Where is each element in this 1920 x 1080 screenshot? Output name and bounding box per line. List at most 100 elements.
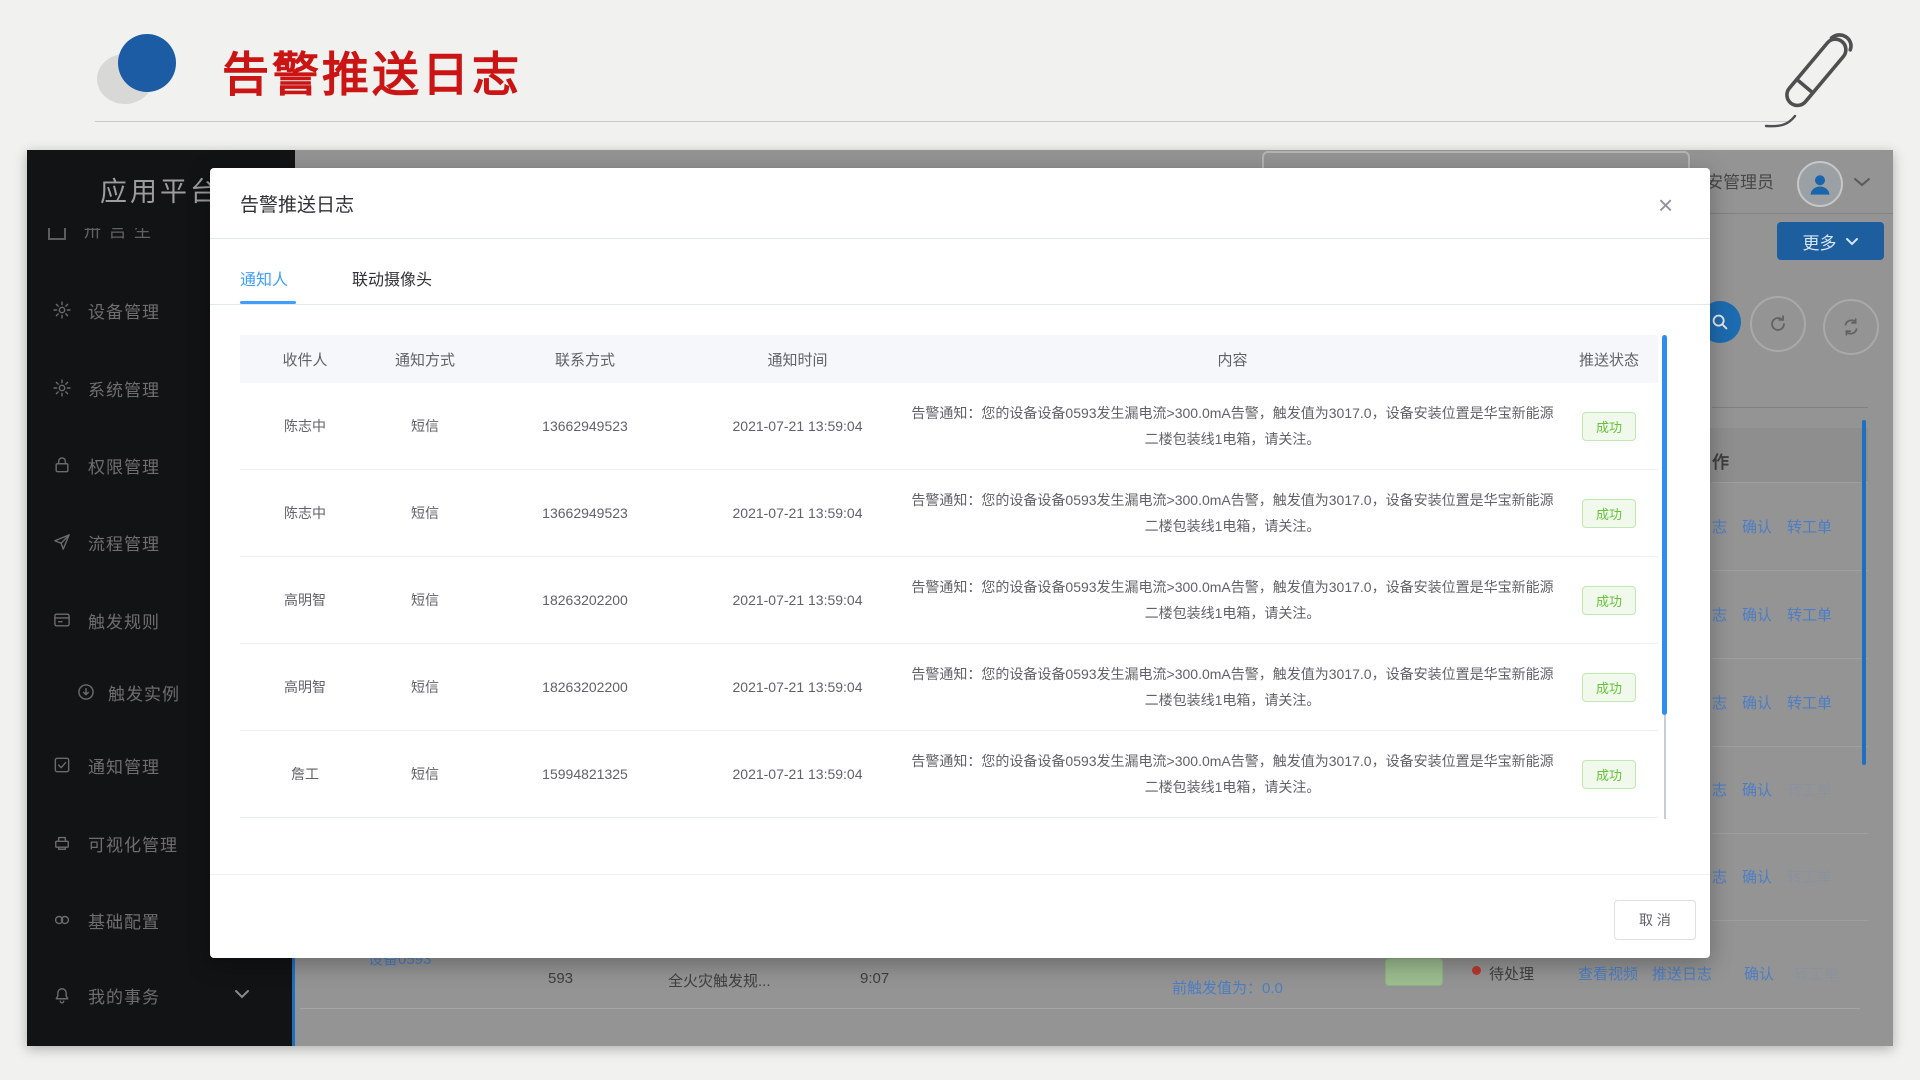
ticket-link[interactable]: 转工单: [1787, 692, 1832, 716]
confirm-link[interactable]: 确认: [1742, 866, 1772, 890]
recipient: 陈志中: [240, 416, 370, 436]
cancel-button[interactable]: 取 消: [1614, 900, 1696, 940]
table-row: 志 确认 转工单: [1712, 779, 1868, 803]
time: 2021-07-21 13:59:04: [690, 505, 905, 521]
ticket-link[interactable]: 转工单: [1794, 963, 1839, 984]
sidebar-item-system-mgmt[interactable]: 系统管理: [52, 373, 160, 403]
log-link-tail[interactable]: 志: [1712, 866, 1727, 890]
recipient: 高明智: [240, 677, 370, 697]
table-row: 陈志中 短信 13662949523 2021-07-21 13:59:04 告…: [240, 383, 1658, 470]
content: 告警通知：您的设备设备0593发生漏电流>300.0mA告警，触发值为3017.…: [905, 748, 1560, 800]
trigger-rule: 全火灾触发规...: [668, 970, 771, 991]
ticket-link[interactable]: 转工单: [1787, 866, 1832, 890]
pen-icon: [1764, 24, 1884, 134]
sync-button[interactable]: [1823, 299, 1879, 355]
sidebar-item-label: 我的事务: [88, 983, 160, 1008]
tabs-divider: [210, 304, 1710, 305]
table-scrollbar-thumb[interactable]: [1662, 335, 1667, 715]
chevron-down-icon[interactable]: [233, 988, 251, 1000]
status-dot: [1472, 966, 1481, 975]
page-title: 告警推送日志: [222, 36, 522, 105]
table-header-row: 收件人 通知方式 联系方式 通知时间 内容 推送状态: [240, 335, 1658, 383]
more-button[interactable]: 更多: [1777, 222, 1884, 260]
tab-notified-person[interactable]: 通知人: [240, 266, 288, 290]
time: 2021-07-21 13:59:04: [690, 679, 905, 695]
gear-icon: [52, 378, 72, 398]
device-code: 593: [548, 970, 573, 987]
confirm-link[interactable]: 确认: [1742, 516, 1772, 540]
close-icon[interactable]: ×: [1658, 192, 1673, 218]
sidebar-item-my-tasks[interactable]: 我的事务: [52, 980, 160, 1010]
bg-table-header: [1710, 428, 1868, 482]
sidebar-item-notification-mgmt[interactable]: 通知管理: [52, 750, 160, 780]
log-link-tail[interactable]: 志: [1712, 604, 1727, 628]
method: 短信: [370, 764, 480, 784]
chevron-down-icon[interactable]: [1852, 176, 1872, 188]
sidebar-item-label: 系统管理: [88, 376, 160, 401]
brand-dot: [118, 34, 176, 92]
status-badge: 成功: [1582, 673, 1636, 702]
col-content: 内容: [905, 349, 1560, 370]
sidebar-item-process-mgmt[interactable]: 流程管理: [52, 527, 160, 557]
sidebar-item-visualization-mgmt[interactable]: 可视化管理: [52, 828, 178, 858]
sidebar-app-title: 应用平台: [100, 170, 220, 209]
send-icon: [52, 532, 72, 552]
confirm-link[interactable]: 确认: [1742, 692, 1772, 716]
contact: 15994821325: [480, 766, 690, 782]
tab-linked-camera[interactable]: 联动摄像头: [352, 266, 432, 290]
recipient: 高明智: [240, 590, 370, 610]
gear-icon: [52, 300, 72, 320]
header-divider: [95, 121, 1787, 122]
sidebar-item-permission-mgmt[interactable]: 权限管理: [52, 450, 160, 480]
sidebar-item-label: 触发实例: [108, 680, 180, 705]
log-link-tail[interactable]: 志: [1712, 779, 1727, 803]
rings-icon: [52, 910, 72, 930]
col-contact: 联系方式: [480, 349, 690, 370]
sidebar-item-trigger-instance[interactable]: 触发实例: [76, 677, 180, 707]
col-status: 推送状态: [1560, 349, 1658, 370]
card-icon: [52, 610, 72, 630]
ticket-link[interactable]: 转工单: [1787, 604, 1832, 628]
lock-icon: [52, 455, 72, 475]
confirm-link[interactable]: 确认: [1742, 604, 1772, 628]
sidebar-item-label: 基础配置: [88, 908, 160, 933]
sidebar-item-trigger-rules[interactable]: 触发规则: [52, 605, 160, 635]
checkbox-icon: [52, 755, 72, 775]
sidebar-item-device-mgmt[interactable]: 设备管理: [52, 295, 160, 325]
view-video-link[interactable]: 查看视频: [1578, 963, 1638, 984]
person-icon: [1805, 169, 1835, 199]
level-badge: [1385, 958, 1443, 986]
ticket-link[interactable]: 转工单: [1787, 516, 1832, 540]
sidebar-item-basic-config[interactable]: 基础配置: [52, 905, 160, 935]
col-method: 通知方式: [370, 349, 480, 370]
confirm-link[interactable]: 确认: [1742, 779, 1772, 803]
refresh-button[interactable]: [1750, 296, 1806, 352]
table-row: 陈志中 短信 13662949523 2021-07-21 13:59:04 告…: [240, 470, 1658, 557]
clipped-icon: [48, 228, 66, 240]
table-row: 志 确认 转工单: [1712, 692, 1868, 716]
status-badge: 成功: [1582, 412, 1636, 441]
bg-operation-header: 作: [1712, 448, 1729, 473]
contact: 18263202200: [480, 679, 690, 695]
method: 短信: [370, 590, 480, 610]
chevron-down-icon: [1845, 237, 1859, 246]
table-row: 志 确认 转工单: [1712, 866, 1868, 890]
avatar[interactable]: [1797, 161, 1843, 207]
sidebar-item-clipped[interactable]: 卅吕生: [48, 228, 159, 246]
contact: 18263202200: [480, 592, 690, 608]
push-log-table: 收件人 通知方式 联系方式 通知时间 内容 推送状态 陈志中 短信 136629…: [240, 335, 1658, 818]
trigger-value: 前触发值为：0.0: [1172, 977, 1283, 998]
confirm-link[interactable]: 确认: [1744, 963, 1774, 984]
log-link-tail[interactable]: 志: [1712, 692, 1727, 716]
user-name: 安管理员: [1706, 168, 1774, 193]
trigger-time: 9:07: [860, 970, 889, 987]
push-log-link[interactable]: 推送日志: [1652, 963, 1712, 984]
dialog-footer-divider: [210, 874, 1710, 875]
sidebar-scrollbar[interactable]: [292, 958, 295, 1046]
bg-page-scrollbar[interactable]: [1862, 420, 1866, 765]
topbar-divider: [1710, 213, 1893, 214]
search-icon: [1709, 311, 1731, 333]
status-badge: 成功: [1582, 499, 1636, 528]
ticket-link[interactable]: 转工单: [1787, 779, 1832, 803]
log-link-tail[interactable]: 志: [1712, 516, 1727, 540]
